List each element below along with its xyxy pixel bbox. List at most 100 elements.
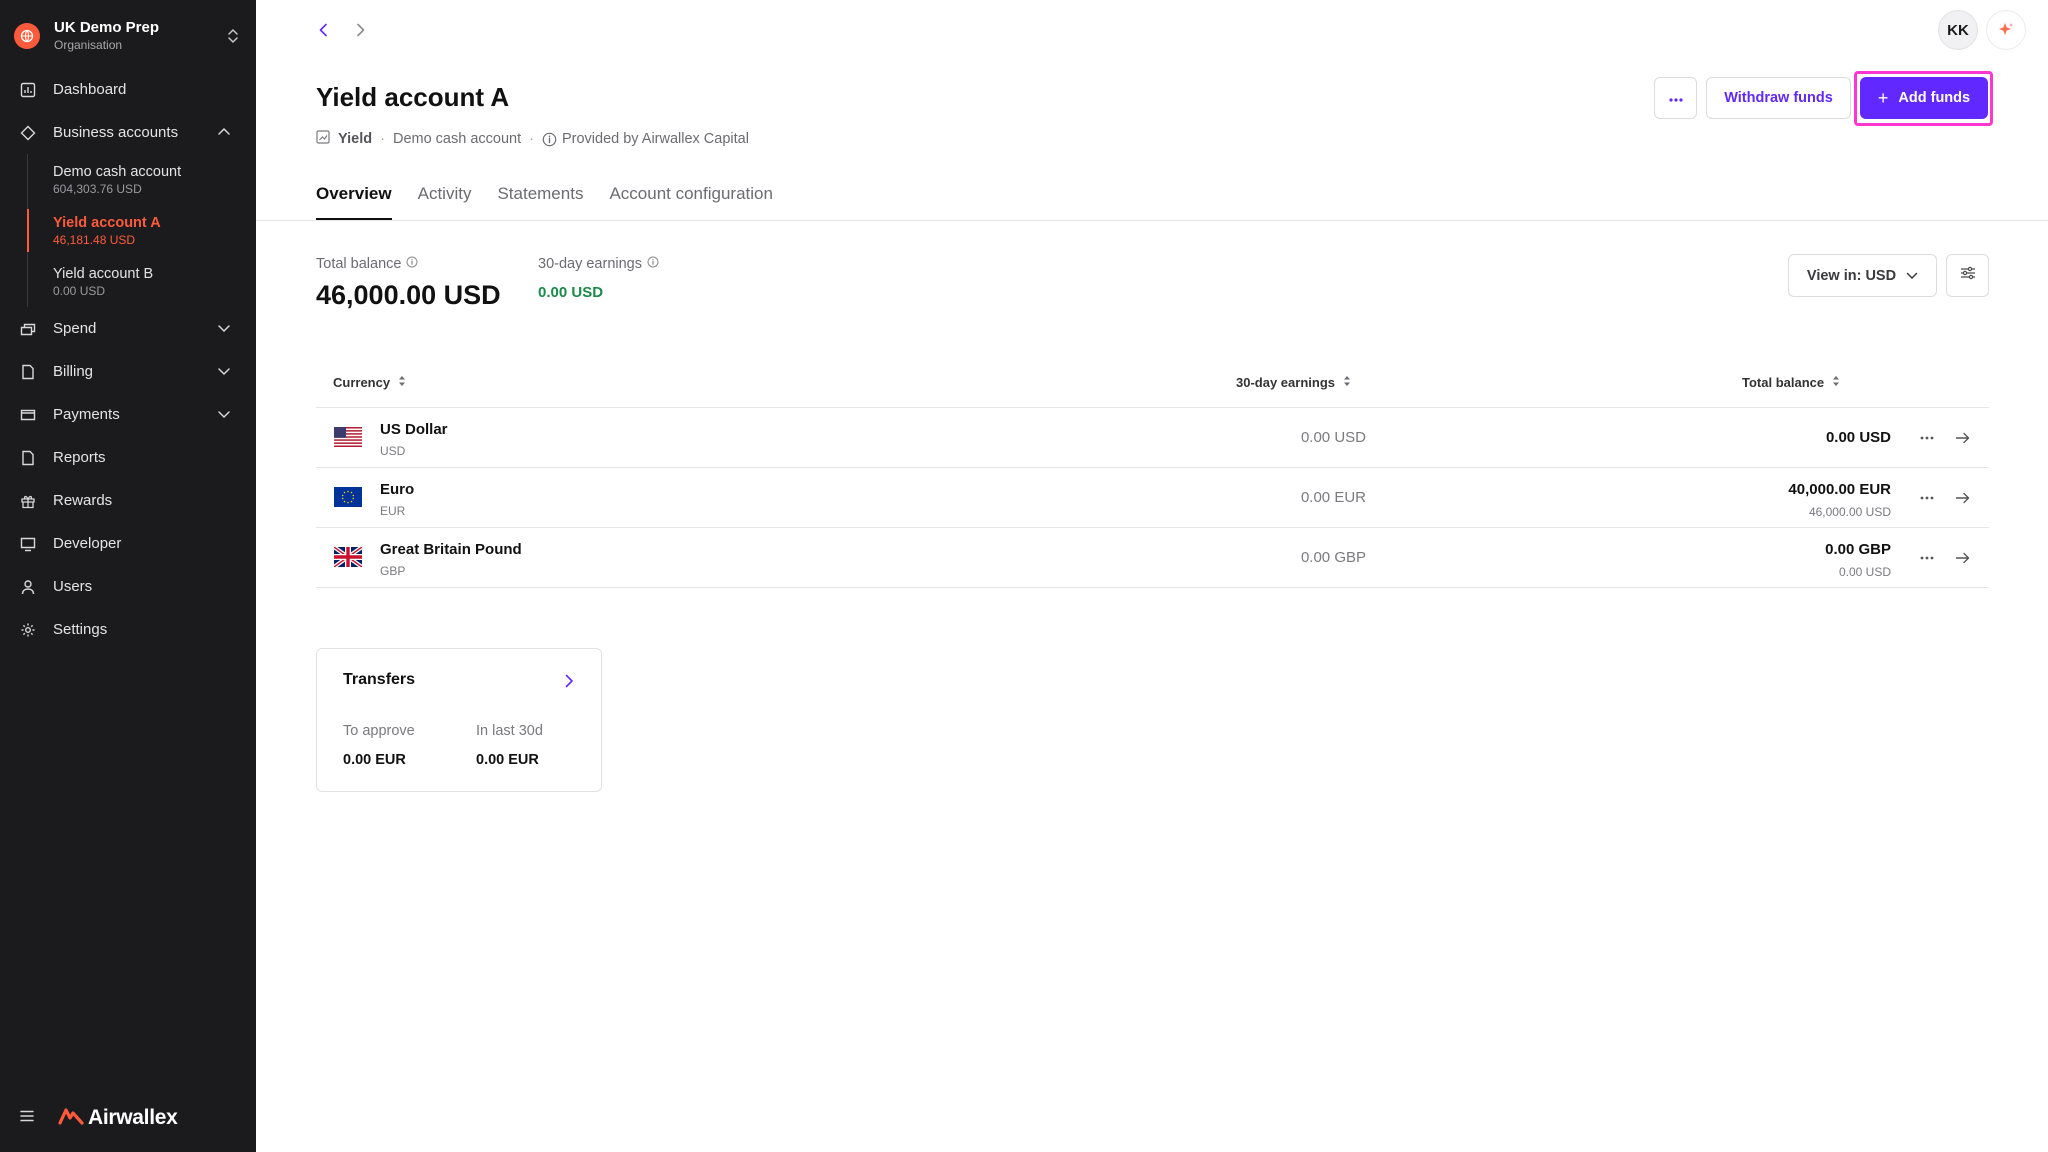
org-name: UK Demo Prep	[54, 19, 160, 36]
currency-table: Currency 30-day earnings Total balance U…	[316, 356, 1989, 588]
row-earnings: 0.00 USD	[1300, 429, 1366, 446]
table-row[interactable]: Great Britain Pound GBP 0.00 GBP 0.00 GB…	[316, 528, 1989, 588]
table-row[interactable]: US Dollar USD 0.00 USD 0.00 USD	[316, 408, 1989, 468]
sidebar-item-label: Reports	[53, 449, 106, 466]
provider-label: Provided by Airwallex Capital	[561, 131, 749, 147]
column-header-total-balance[interactable]: Total balance	[1742, 374, 1840, 391]
document-icon	[20, 364, 36, 380]
business-accounts-subnav: Demo cash account 604,303.76 USD Yield a…	[27, 154, 256, 307]
total-balance-value: 46,000.00 USD	[316, 280, 501, 310]
hamburger-menu-icon[interactable]	[20, 1109, 34, 1127]
sidebar-item-dashboard[interactable]: Dashboard	[0, 68, 256, 111]
chevron-down-icon	[1906, 268, 1918, 284]
view-currency-select[interactable]: View in: USD	[1788, 254, 1937, 297]
row-total-balance-converted: 0.00 USD	[1838, 565, 1891, 579]
monitor-icon	[20, 536, 36, 552]
sidebar-item-label: Spend	[53, 320, 97, 337]
plus-icon: +	[1877, 87, 1889, 108]
sidebar-item-label: Payments	[53, 406, 120, 423]
sidebar-subitem-yield-account-b[interactable]: Yield account B 0.00 USD	[28, 256, 256, 307]
to-approve-label: To approve	[343, 723, 415, 739]
row-total-balance: 0.00 USD	[1825, 429, 1891, 446]
sidebar-item-label: Rewards	[53, 492, 113, 509]
uk-flag-icon	[332, 545, 364, 569]
sidebar-item-developer[interactable]: Developer	[0, 522, 256, 565]
last-30d-value: 0.00 EUR	[476, 752, 539, 768]
transfers-card[interactable]: Transfers To approve 0.00 EUR In last 30…	[316, 648, 602, 792]
last-30d-label: In last 30d	[476, 723, 543, 739]
tab-statements[interactable]: Statements	[497, 180, 583, 220]
more-horizontal-icon[interactable]	[1917, 428, 1937, 448]
account-tabs: Overview Activity Statements Account con…	[316, 180, 799, 220]
back-arrow-icon[interactable]	[312, 18, 336, 42]
row-earnings: 0.00 EUR	[1300, 489, 1366, 506]
sidebar-item-spend[interactable]: Spend	[0, 307, 256, 350]
subitem-balance: 0.00 USD	[53, 284, 106, 298]
earnings-value: 0.00 USD	[538, 284, 604, 301]
user-avatar[interactable]: KK	[1938, 10, 1978, 50]
tab-overview[interactable]: Overview	[316, 180, 392, 220]
column-header-currency[interactable]: Currency	[333, 374, 406, 391]
row-earnings: 0.00 GBP	[1300, 549, 1366, 566]
forward-arrow-icon[interactable]	[348, 18, 372, 42]
main-content: KK Yield account A Yield · Demo cash acc…	[256, 0, 2048, 1152]
account-type-tag: Yield	[338, 131, 373, 147]
currency-code: USD	[380, 444, 406, 458]
add-funds-label: Add funds	[1898, 90, 1971, 106]
more-horizontal-icon[interactable]	[1917, 488, 1937, 508]
sort-icon	[1832, 374, 1840, 391]
tab-activity[interactable]: Activity	[418, 180, 472, 220]
sidebar-item-billing[interactable]: Billing	[0, 350, 256, 393]
arrow-right-icon[interactable]	[1953, 428, 1973, 448]
sidebar-item-settings[interactable]: Settings	[0, 608, 256, 651]
more-horizontal-icon[interactable]	[1917, 548, 1937, 568]
info-icon[interactable]	[647, 256, 659, 272]
gift-icon	[20, 493, 36, 509]
sidebar-item-users[interactable]: Users	[0, 565, 256, 608]
filter-settings-button[interactable]	[1946, 254, 1989, 297]
total-balance-label: Total balance	[316, 256, 418, 272]
add-funds-button[interactable]: + Add funds	[1860, 77, 1988, 119]
dashboard-icon	[20, 82, 36, 98]
row-total-balance: 40,000.00 EUR	[1788, 481, 1891, 498]
sidebar: UK Demo Prep Organisation Dashboard Busi…	[0, 0, 256, 1152]
subitem-name: Yield account A	[53, 215, 161, 231]
eu-flag-icon	[334, 487, 362, 507]
user-icon	[20, 579, 36, 595]
sidebar-subitem-demo-cash-account[interactable]: Demo cash account 604,303.76 USD	[28, 154, 256, 205]
meta-separator: ·	[380, 131, 385, 147]
org-switcher[interactable]: UK Demo Prep Organisation	[14, 16, 242, 56]
sidebar-item-label: Billing	[53, 363, 94, 380]
arrow-right-icon[interactable]	[1953, 548, 1973, 568]
gear-icon	[20, 622, 36, 638]
org-logo-icon	[14, 23, 40, 49]
report-icon	[20, 450, 36, 466]
sort-icon	[398, 374, 406, 391]
earnings-label-text: 30-day earnings	[538, 256, 642, 272]
arrow-right-icon[interactable]	[1953, 488, 1973, 508]
tab-account-configuration[interactable]: Account configuration	[609, 180, 773, 220]
table-row[interactable]: Euro EUR 0.00 EUR 40,000.00 EUR 46,000.0…	[316, 468, 1989, 528]
sparkle-icon[interactable]	[1986, 10, 2026, 50]
info-icon	[542, 132, 557, 147]
info-icon[interactable]	[406, 256, 418, 272]
sidebar-subitem-yield-account-a[interactable]: Yield account A 46,181.48 USD	[27, 205, 256, 256]
account-meta: Yield · Demo cash account · Provided by …	[316, 130, 749, 148]
currency-name: US Dollar	[380, 421, 448, 438]
currency-name: Great Britain Pound	[380, 541, 522, 558]
row-total-balance-converted: 46,000.00 USD	[1808, 505, 1891, 519]
more-actions-button[interactable]	[1654, 77, 1697, 119]
page-title: Yield account A	[316, 82, 510, 112]
withdraw-funds-button[interactable]: Withdraw funds	[1706, 77, 1851, 119]
sidebar-item-reports[interactable]: Reports	[0, 436, 256, 479]
subitem-name: Yield account B	[53, 266, 154, 282]
sidebar-item-business-accounts[interactable]: Business accounts	[0, 111, 256, 154]
column-header-earnings[interactable]: 30-day earnings	[1236, 374, 1351, 391]
chevron-right-icon[interactable]	[557, 669, 581, 693]
payments-icon	[20, 407, 36, 423]
sidebar-item-label: Users	[53, 578, 93, 595]
sidebar-item-rewards[interactable]: Rewards	[0, 479, 256, 522]
sidebar-item-label: Settings	[53, 621, 108, 638]
sidebar-item-payments[interactable]: Payments	[0, 393, 256, 436]
airwallex-mark-icon	[58, 1107, 84, 1130]
